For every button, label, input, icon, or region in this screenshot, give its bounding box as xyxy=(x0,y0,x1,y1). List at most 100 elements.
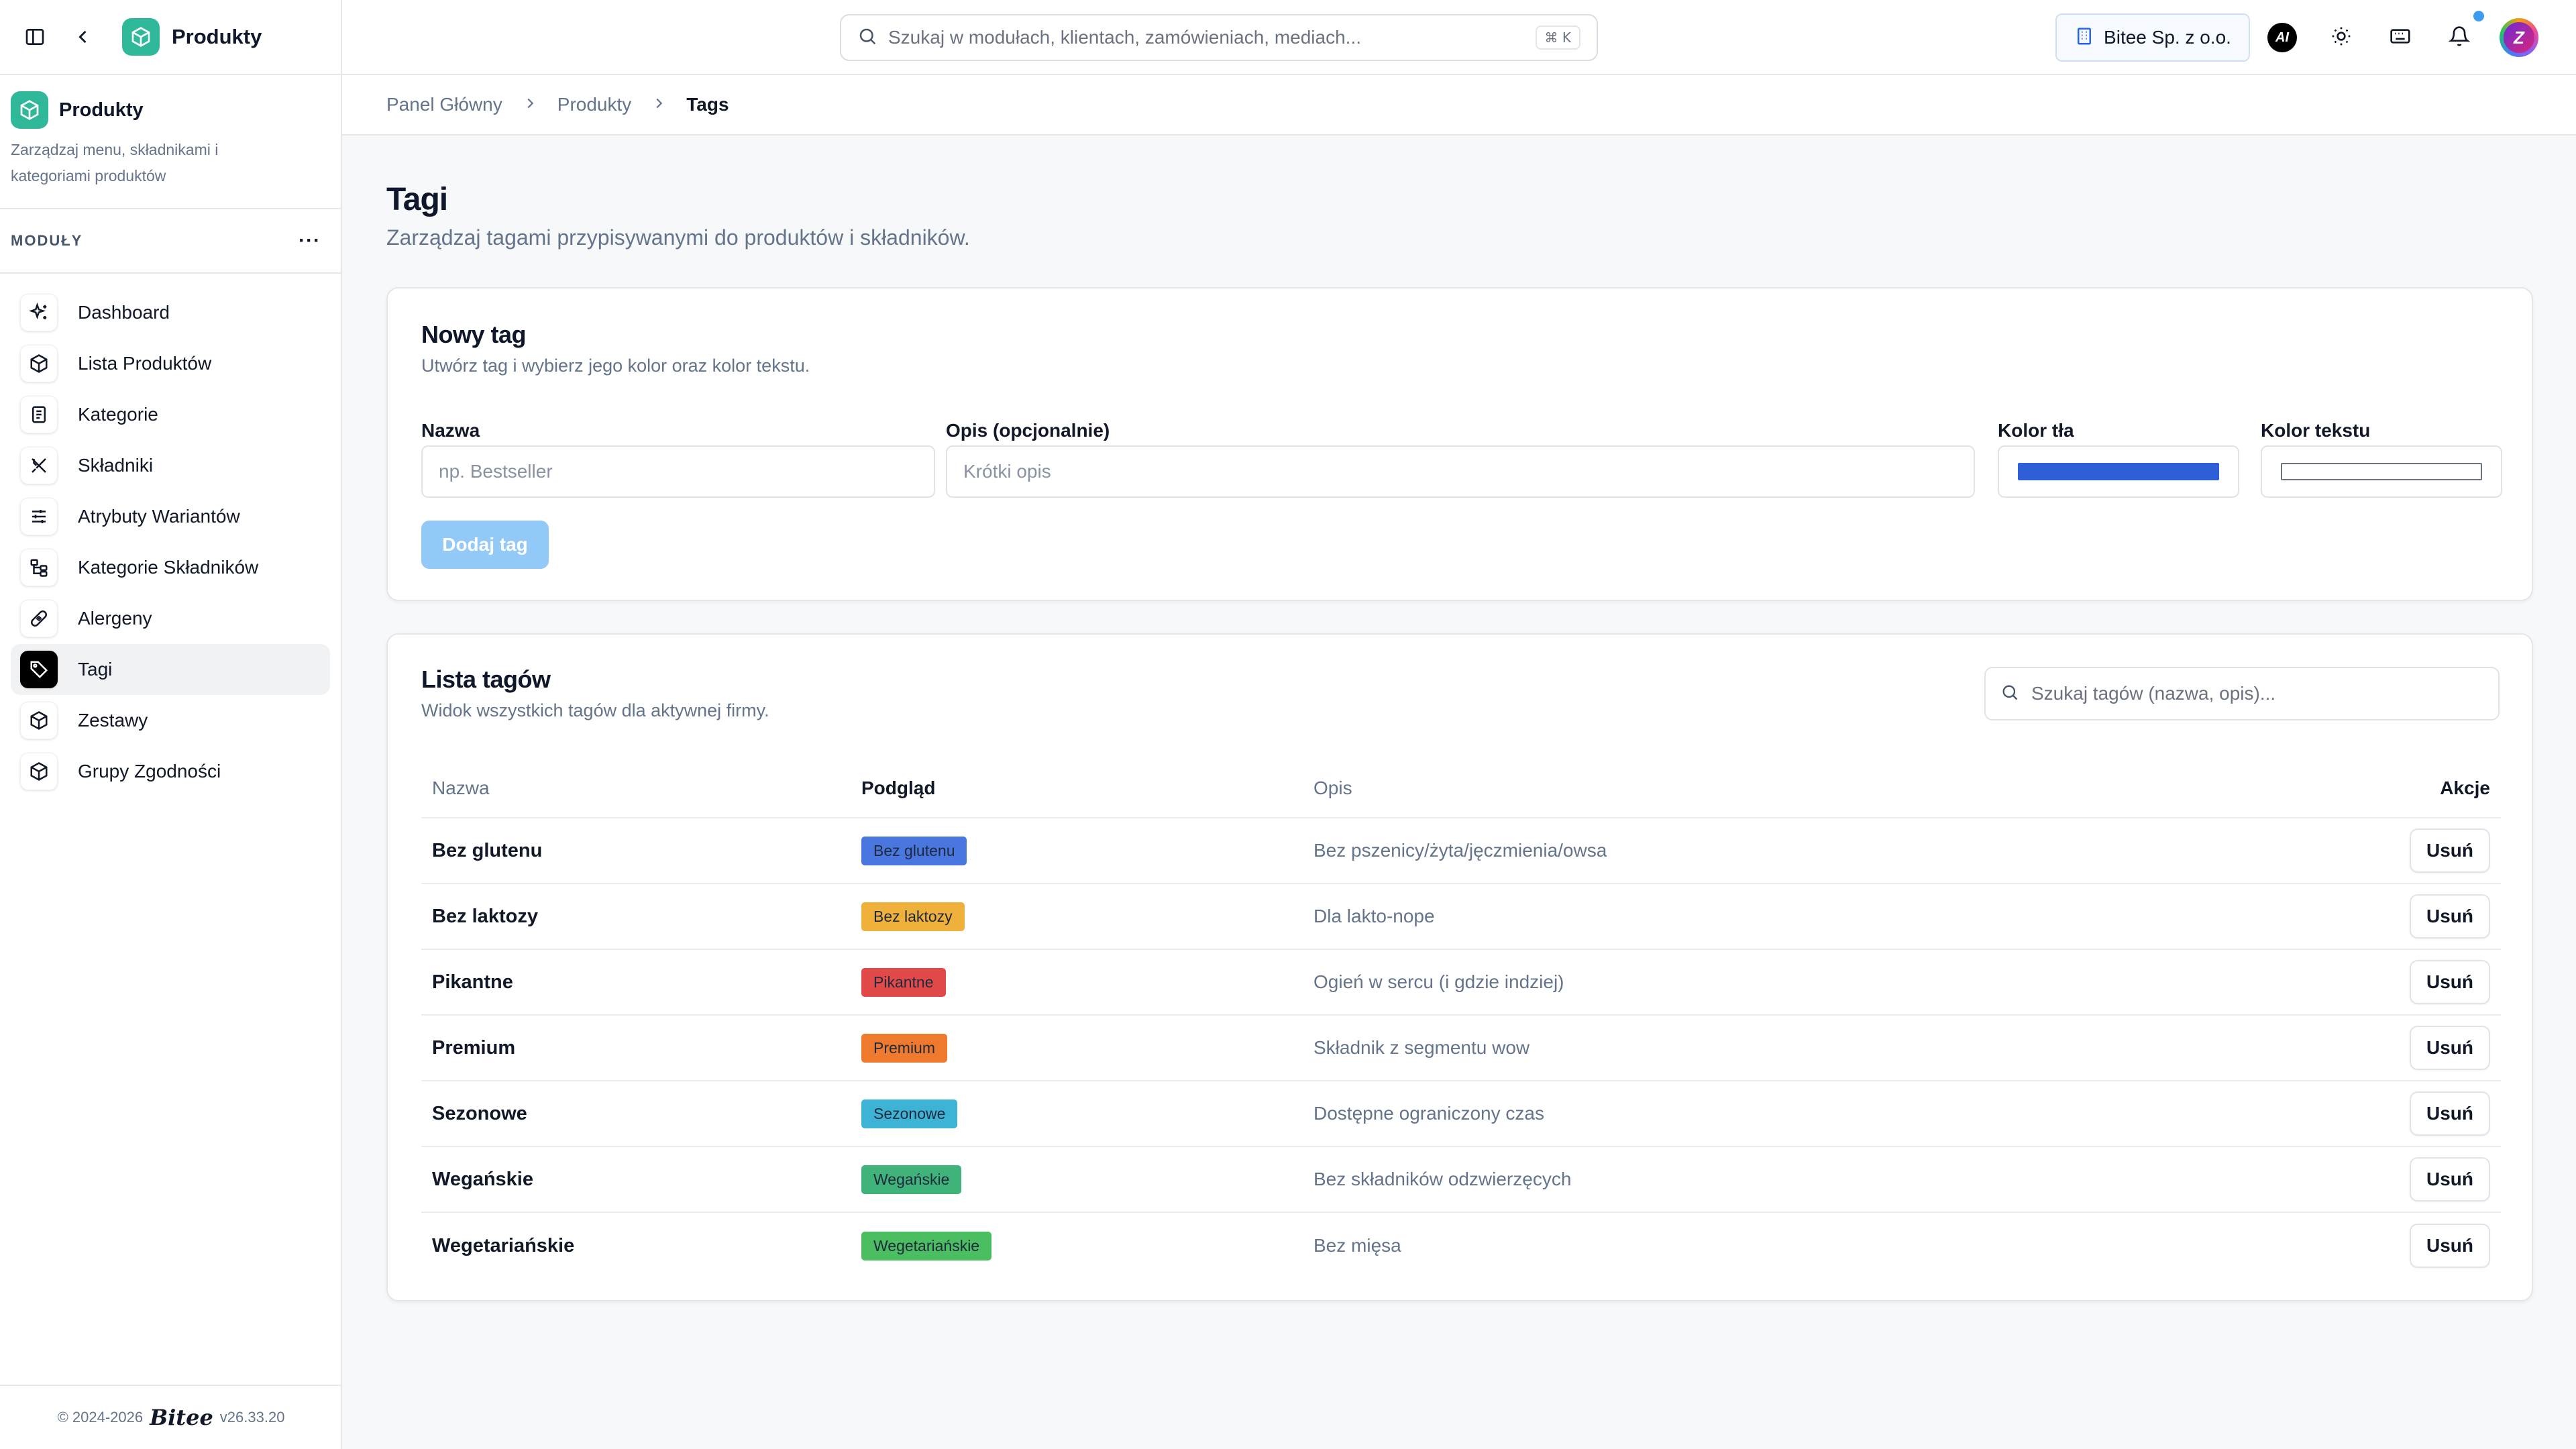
avatar[interactable]: Z xyxy=(2500,18,2538,57)
sliders-icon xyxy=(20,498,58,535)
module-title: Produkty xyxy=(59,99,144,121)
global-search-input[interactable]: Szukaj w modułach, klientach, zamówienia… xyxy=(840,14,1598,61)
app-name: Produkty xyxy=(172,25,262,48)
tag-actions-cell: Usuń xyxy=(2320,1157,2501,1201)
notification-dot xyxy=(2473,11,2484,21)
bg-color-label: Kolor tła xyxy=(1998,420,2074,441)
sparkles-icon xyxy=(20,294,58,331)
sidebar-item-kategorie-skladnikow[interactable]: Kategorie Składników xyxy=(11,542,330,593)
page-title: Tagi xyxy=(386,182,448,217)
sidebar-header: Produkty xyxy=(0,0,341,75)
company-switcher-button[interactable]: Bitee Sp. z o.o. xyxy=(2055,13,2250,62)
text-color-picker[interactable] xyxy=(2261,445,2502,498)
tag-actions-cell: Usuń xyxy=(2320,828,2501,873)
tag-description: Dla lakto-nope xyxy=(1313,906,1435,926)
tag-description: Bez składników odzwierzęcych xyxy=(1313,1169,1572,1189)
sidebar-item-kategorie[interactable]: Kategorie xyxy=(11,389,330,440)
delete-tag-button[interactable]: Usuń xyxy=(2410,1026,2490,1070)
sidebar-item-skladniki[interactable]: Składniki xyxy=(11,440,330,491)
name-placeholder: np. Bestseller xyxy=(439,461,553,482)
chevron-right-icon xyxy=(523,95,537,115)
sidebar-nav: Dashboard Lista Produktów Kategorie Skła… xyxy=(0,274,341,797)
sidebar-item-alergeny[interactable]: Alergeny xyxy=(11,593,330,644)
bell-icon xyxy=(2448,25,2471,50)
delete-tag-button[interactable]: Usuń xyxy=(2410,1224,2490,1268)
name-input[interactable]: np. Bestseller xyxy=(421,445,935,498)
building-icon xyxy=(2074,26,2094,50)
notifications-button[interactable] xyxy=(2443,21,2475,54)
sidebar-item-zestawy[interactable]: Zestawy xyxy=(11,695,330,746)
table-row: Pikantne Pikantne Ogień w sercu (i gdzie i… xyxy=(421,950,2501,1016)
tag-preview-chip: Pikantne xyxy=(861,967,946,997)
description-placeholder: Krótki opis xyxy=(963,461,1051,482)
delete-tag-button[interactable]: Usuń xyxy=(2410,894,2490,938)
delete-tag-button[interactable]: Usuń xyxy=(2410,1091,2490,1136)
document-icon xyxy=(20,396,58,433)
sidebar: Produkty Produkty Zarządzaj menu, składn… xyxy=(0,0,342,1449)
tag-preview-cell: Bez laktozy xyxy=(861,902,1313,931)
version: v26.33.20 xyxy=(219,1409,285,1426)
tag-description: Dostępne ograniczony czas xyxy=(1313,1103,1544,1124)
sidebar-toggle-icon[interactable] xyxy=(20,22,50,52)
tag-preview-chip: Premium xyxy=(861,1033,948,1063)
tag-actions-cell: Usuń xyxy=(2320,1224,2501,1268)
tag-description: Składnik z segmentu wow xyxy=(1313,1037,1530,1058)
tag-preview-cell: Sezonowe xyxy=(861,1099,1313,1128)
breadcrumb-item-panel[interactable]: Panel Główny xyxy=(386,94,502,115)
tag-preview-cell: Bez glutenu xyxy=(861,836,1313,865)
tag-actions-cell: Usuń xyxy=(2320,1026,2501,1070)
bg-color-swatch xyxy=(2018,463,2219,480)
table-row: Bez laktozy Bez laktozy Dla lakto-nope Usuń xyxy=(421,884,2501,950)
delete-tag-button[interactable]: Usuń xyxy=(2410,1157,2490,1201)
tag-description: Bez pszenicy/żyta/jęczmienia/owsa xyxy=(1313,840,1607,861)
theme-toggle-button[interactable] xyxy=(2325,21,2357,54)
sidebar-item-lista-produktow[interactable]: Lista Produktów xyxy=(11,338,330,389)
box-icon xyxy=(20,345,58,382)
tag-actions-cell: Usuń xyxy=(2320,1091,2501,1136)
search-icon xyxy=(857,26,877,50)
description-input[interactable]: Krótki opis xyxy=(946,445,1975,498)
topbar: Szukaj w modułach, klientach, zamówienia… xyxy=(342,0,2576,75)
column-header-description: Opis xyxy=(1313,777,1352,798)
sidebar-item-dashboard[interactable]: Dashboard xyxy=(11,287,330,338)
box-icon xyxy=(20,753,58,790)
add-tag-button[interactable]: Dodaj tag xyxy=(421,521,549,569)
ai-assistant-button[interactable]: AI xyxy=(2266,21,2298,54)
modules-section-header: MODUŁY ··· xyxy=(0,209,341,274)
page-subtitle: Zarządzaj tagami przypisywanymi do produ… xyxy=(386,225,970,250)
global-search-placeholder: Szukaj w modułach, klientach, zamówienia… xyxy=(888,27,1362,48)
breadcrumb-item-produkty[interactable]: Produkty xyxy=(557,94,632,115)
tag-actions-cell: Usuń xyxy=(2320,894,2501,938)
bandage-icon xyxy=(20,600,58,637)
description-label: Opis (opcjonalnie) xyxy=(946,420,1110,441)
table-row: Premium Premium Składnik z segmentu wow Usu… xyxy=(421,1016,2501,1081)
table-header: Nazwa Podgląd Opis Akcje xyxy=(421,759,2501,818)
tag-preview-chip: Sezonowe xyxy=(861,1099,958,1128)
tag-preview-cell: Wegetariańskie xyxy=(861,1231,1313,1260)
sidebar-item-grupy-zgodnosci[interactable]: Grupy Zgodności xyxy=(11,746,330,797)
delete-tag-button[interactable]: Usuń xyxy=(2410,828,2490,873)
sidebar-item-tagi[interactable]: Tagi xyxy=(11,644,330,695)
name-label: Nazwa xyxy=(421,420,480,441)
bg-color-picker[interactable] xyxy=(1998,445,2239,498)
tag-preview-chip: Wegetariańskie xyxy=(861,1231,992,1260)
tag-actions-cell: Usuń xyxy=(2320,960,2501,1004)
column-header-actions: Akcje xyxy=(2440,777,2490,798)
tag-name: Premium xyxy=(432,1036,516,1059)
sidebar-footer: © 2024-2026 Bitee v26.33.20 xyxy=(0,1385,342,1449)
company-name: Bitee Sp. z o.o. xyxy=(2104,27,2231,48)
more-options-icon[interactable]: ··· xyxy=(299,229,321,252)
sidebar-item-atrybuty-wariantow[interactable]: Atrybuty Wariantów xyxy=(11,491,330,542)
tag-preview-cell: Premium xyxy=(861,1033,1313,1063)
module-box-icon xyxy=(11,91,48,129)
tag-list-card: Lista tagów Widok wszystkich tagów dla a… xyxy=(386,633,2533,1301)
keyboard-button[interactable] xyxy=(2384,21,2416,54)
new-tag-card: Nowy tag Utwórz tag i wybierz jego kolor… xyxy=(386,287,2533,601)
tag-preview-chip: Bez laktozy xyxy=(861,902,965,931)
tags-table: Nazwa Podgląd Opis Akcje Bez glutenu Bez … xyxy=(421,759,2501,1279)
back-chevron-icon[interactable] xyxy=(68,22,98,52)
tag-search-input[interactable]: Szukaj tagów (nazwa, opis)... xyxy=(1984,667,2500,720)
ai-icon: AI xyxy=(2267,23,2297,52)
tag-search-placeholder: Szukaj tagów (nazwa, opis)... xyxy=(2031,683,2276,704)
delete-tag-button[interactable]: Usuń xyxy=(2410,960,2490,1004)
